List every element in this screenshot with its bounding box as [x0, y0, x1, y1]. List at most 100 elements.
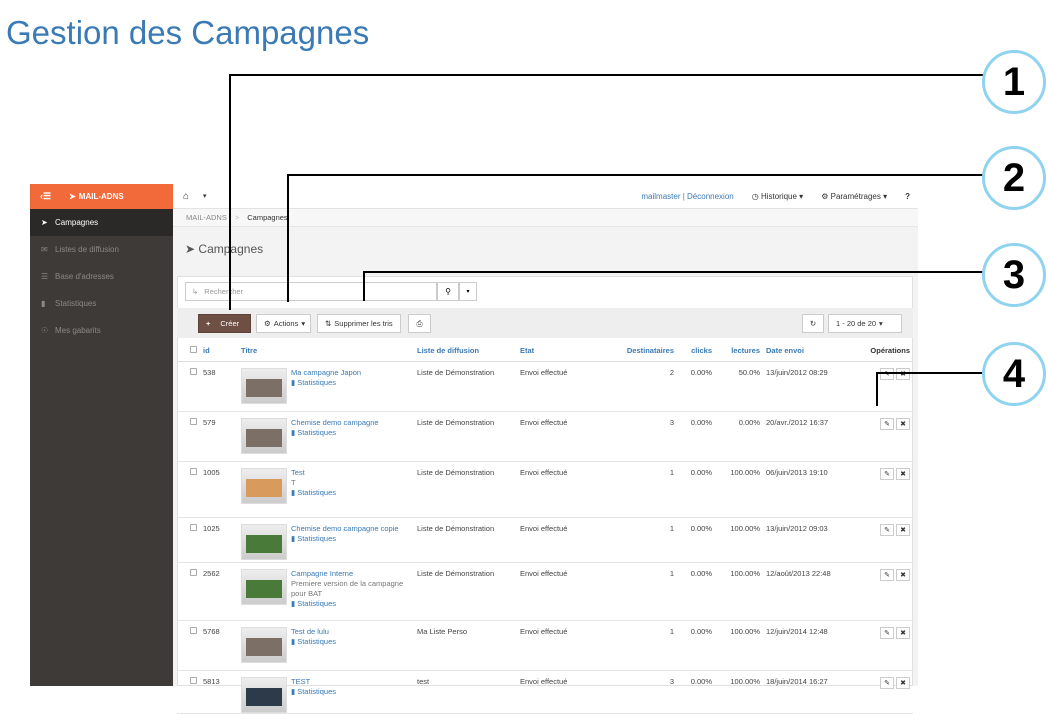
edit-button[interactable]: ✎ [880, 626, 894, 639]
row-checkbox[interactable] [177, 411, 200, 462]
column-id[interactable]: id [200, 340, 238, 362]
column-date[interactable]: Date envoi [763, 340, 855, 362]
cell-reads: 100.00% [715, 670, 763, 714]
delete-button[interactable]: ✖ [896, 626, 910, 639]
cell-state: Envoi effectué [517, 670, 607, 714]
stats-link[interactable]: ▮ Statistiques [291, 488, 409, 498]
edit-button[interactable]: ✎ [880, 676, 894, 689]
cell-clicks: 0.00% [677, 461, 715, 518]
clock-icon: ◷ [751, 191, 761, 201]
stats-link[interactable]: ▮ Statistiques [291, 428, 409, 438]
cell-operations: ✎ ✖ [855, 461, 913, 518]
edit-button[interactable]: ✎ [880, 568, 894, 581]
table-row[interactable]: 579 Chemise demo campagne ▮ Statistiques … [177, 411, 913, 462]
campaign-title-link[interactable]: Campagne Interne [291, 569, 353, 578]
campaign-thumbnail[interactable] [241, 367, 287, 404]
campaign-thumbnail[interactable] [241, 626, 287, 663]
row-checkbox[interactable] [177, 361, 200, 412]
delete-button[interactable]: ✖ [896, 417, 910, 430]
edit-button[interactable]: ✎ [880, 417, 894, 430]
campaigns-table: id Titre Liste de diffusion Etat Destina… [177, 340, 913, 714]
home-icon[interactable]: ⌂ [183, 191, 189, 202]
search-options-dropdown[interactable]: ▾ [459, 282, 477, 301]
actions-dropdown[interactable]: ⚙ Actions ▾ [256, 314, 311, 333]
stats-link[interactable]: ▮ Statistiques [291, 599, 409, 609]
campaign-title-link[interactable]: Ma campagne Japon [291, 368, 361, 377]
stats-link[interactable]: ▮ Statistiques [291, 687, 409, 697]
cell-title: Campagne Interne Premiere version de la c… [238, 562, 414, 621]
sidebar-item-gabarits[interactable]: ☉ Mes gabarits [30, 317, 173, 344]
cell-list: Liste de Démonstration [414, 461, 517, 518]
delete-button[interactable]: ✖ [896, 568, 910, 581]
table-row[interactable]: 2562 Campagne Interne Premiere version de… [177, 562, 913, 621]
edit-button[interactable]: ✎ [880, 523, 894, 536]
create-button[interactable]: + Créer [198, 314, 251, 333]
menu-toggle-icon[interactable]: ‹☰ [40, 191, 51, 202]
pagination-dropdown[interactable]: 1 - 20 de 20 ▾ [828, 314, 902, 333]
breadcrumb-root[interactable]: MAIL-ADNS [186, 213, 227, 222]
table-row[interactable]: 5813 TEST ▮ Statistiques test Envoi effec… [177, 670, 913, 714]
column-state[interactable]: Etat [517, 340, 607, 362]
cell-title: Chemise demo campagne copie ▮ Statistique… [238, 517, 414, 563]
table-row[interactable]: 1005 Test T ▮ Statistiques Liste de Démons… [177, 461, 913, 518]
row-checkbox[interactable] [177, 562, 200, 621]
clear-sort-button[interactable]: ⇅ Supprimer les tris [317, 314, 401, 333]
column-clicks[interactable]: clicks [677, 340, 715, 362]
table-row[interactable]: 1025 Chemise demo campagne copie ▮ Statis… [177, 517, 913, 563]
row-checkbox[interactable] [177, 670, 200, 714]
sidebar-item-statistiques[interactable]: ▮ Statistiques [30, 290, 173, 317]
campaign-thumbnail[interactable] [241, 676, 287, 713]
chevron-down-icon[interactable]: ▾ [203, 192, 207, 200]
settings-menu[interactable]: ⚙ Paramétrages ▾ [821, 192, 887, 201]
campaign-thumbnail[interactable] [241, 417, 287, 454]
campaign-thumbnail[interactable] [241, 523, 287, 560]
delete-button[interactable]: ✖ [896, 467, 910, 480]
campaign-thumbnail[interactable] [241, 568, 287, 605]
callout-1: 1 [982, 50, 1046, 114]
table-row[interactable]: 538 Ma campagne Japon ▮ Statistiques List… [177, 361, 913, 412]
search-input[interactable]: ↳ Rechercher [185, 282, 437, 301]
campaign-title-link[interactable]: Chemise demo campagne [291, 418, 379, 427]
campaign-title-link[interactable]: Test de lulu [291, 627, 329, 636]
delete-button[interactable]: ✖ [896, 523, 910, 536]
callout-line-1-v [229, 74, 231, 310]
row-checkbox[interactable] [177, 517, 200, 563]
history-menu[interactable]: ◷ Historique ▾ [752, 192, 803, 201]
delete-button[interactable]: ✖ [896, 676, 910, 689]
row-checkbox[interactable] [177, 620, 200, 671]
campaign-thumbnail[interactable] [241, 467, 287, 504]
stats-link[interactable]: ▮ Statistiques [291, 637, 409, 647]
close-icon: ✖ [900, 470, 906, 478]
table-row[interactable]: 5768 Test de lulu ▮ Statistiques Ma Liste… [177, 620, 913, 671]
help-icon[interactable]: ? [905, 192, 910, 201]
row-checkbox[interactable] [177, 461, 200, 518]
column-recipients[interactable]: Destinataires [607, 340, 677, 362]
sidebar-item-base[interactable]: ☰ Base d'adresses [30, 263, 173, 290]
column-list[interactable]: Liste de diffusion [414, 340, 517, 362]
cell-list: Liste de Démonstration [414, 411, 517, 462]
close-icon: ✖ [900, 629, 906, 637]
user-logout-link[interactable]: mailmaster | Déconnexion [641, 192, 733, 201]
cell-recipients: 3 [607, 670, 677, 714]
sidebar-item-campagnes[interactable]: ➤ Campagnes [30, 209, 173, 236]
cell-state: Envoi effectué [517, 361, 607, 412]
chevron-down-icon: ▾ [466, 289, 470, 295]
refresh-button[interactable]: ↻ [802, 314, 824, 333]
cell-reads: 100.00% [715, 517, 763, 563]
stats-link[interactable]: ▮ Statistiques [291, 534, 409, 544]
view-title: ➤ Campagnes [185, 242, 263, 256]
column-title[interactable]: Titre [238, 340, 414, 362]
campaign-title-link[interactable]: Test [291, 468, 305, 477]
select-all-checkbox[interactable] [177, 340, 200, 362]
column-reads[interactable]: lectures [715, 340, 763, 362]
edit-button[interactable]: ✎ [880, 467, 894, 480]
sidebar-item-listes[interactable]: ✉ Listes de diffusion [30, 236, 173, 263]
gear-icon: ⚙ [264, 319, 271, 328]
campaign-title-link[interactable]: Chemise demo campagne copie [291, 524, 399, 533]
stats-link[interactable]: ▮ Statistiques [291, 378, 409, 388]
search-button[interactable]: ⚲ [437, 282, 459, 301]
brand-bar: ‹☰ ➤ MAIL-ADNS [30, 184, 173, 209]
campaign-title-link[interactable]: TEST [291, 677, 310, 686]
print-button[interactable]: ⎙ [408, 314, 431, 333]
cell-operations: ✎ ✖ [855, 361, 913, 412]
